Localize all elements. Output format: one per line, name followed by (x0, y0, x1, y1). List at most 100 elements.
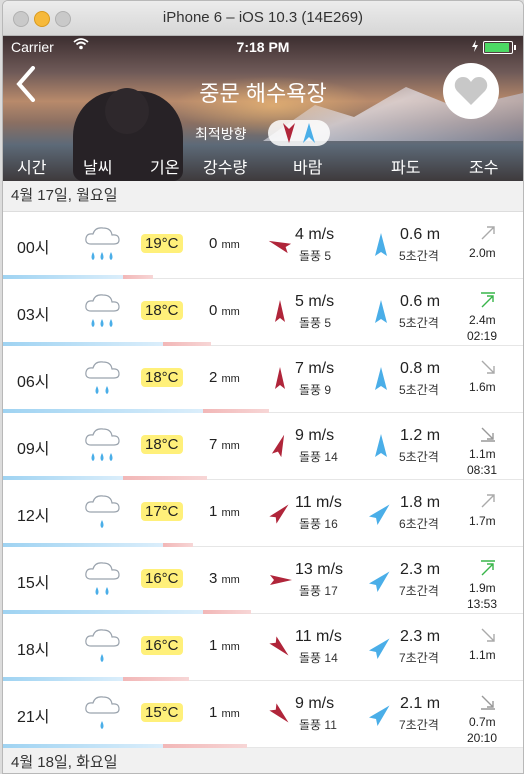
row-time: 18시 (17, 642, 50, 659)
wind-speed: 11 m/s (295, 628, 342, 645)
tide-level: 0.7m (469, 715, 496, 729)
row-gradient-bar (3, 744, 523, 748)
tide-level: 1.9m (469, 581, 496, 595)
tide-arrow-icon (479, 559, 497, 577)
rain-amount: 2 mm (209, 369, 240, 386)
temperature-badge: 18°C (141, 301, 183, 320)
forecast-row[interactable]: 03시 18°C 0 mm 5 m/s 돌풍 5 0.6 m 5초간격 2.4m 02:19 (3, 279, 523, 346)
tide-arrow-icon (479, 291, 497, 309)
weather-icon (83, 356, 123, 404)
forecast-row[interactable]: 06시 18°C 2 mm 7 m/s 돌풍 9 0.8 m 5초간격 1.6m (3, 346, 523, 413)
weather-icon (83, 490, 123, 538)
weather-icon (83, 557, 123, 605)
wind-gust: 돌풍 9 (299, 383, 332, 397)
window-title: iPhone 6 – iOS 10.3 (14E269) (162, 9, 364, 26)
forecast-row[interactable]: 12시 17°C 1 mm 11 m/s 돌풍 16 1.8 m 6초간격 1.7m (3, 480, 523, 547)
wind-direction-icon (265, 500, 295, 526)
wave-direction-icon (368, 567, 393, 593)
tide-time: 08:31 (467, 463, 498, 477)
wave-period: 5초간격 (399, 249, 439, 263)
date-header: 4월 17일, 월요일 (3, 181, 523, 212)
rain-amount: 3 mm (209, 570, 240, 587)
wave-height: 1.2 m (400, 427, 441, 444)
tide-arrow-icon (479, 492, 497, 510)
forecast-row[interactable]: 21시 15°C 1 mm 9 m/s 돌풍 11 2.1 m 7초간격 0.7m 20:10 (3, 681, 523, 748)
wave-direction-icon (368, 634, 393, 660)
tide-arrow-icon (479, 626, 497, 644)
date-header-next: 4월 18일, 화요일 (3, 748, 523, 773)
wind-gust: 돌풍 5 (299, 316, 332, 330)
heart-icon (454, 77, 488, 105)
temperature-badge: 18°C (141, 435, 183, 454)
tide-time: 20:10 (467, 731, 498, 745)
col-temperature: 기온 (150, 160, 180, 177)
wind-speed: 9 m/s (295, 695, 335, 712)
temperature-badge: 16°C (141, 569, 183, 588)
col-time: 시간 (17, 160, 47, 177)
tide-level: 2.4m (469, 313, 496, 327)
col-wind: 바람 (293, 160, 323, 177)
tide-level: 1.6m (469, 380, 496, 394)
wind-direction-icon (265, 366, 295, 392)
rain-amount: 0 mm (209, 302, 240, 319)
wind-direction-icon (265, 567, 295, 593)
wave-period: 5초간격 (399, 383, 439, 397)
tide-time: 13:53 (467, 597, 498, 611)
wind-gust: 돌풍 16 (299, 517, 338, 531)
weather-icon (83, 289, 123, 337)
optimal-direction-label: 최적방향 (195, 126, 247, 142)
weather-icon (83, 624, 123, 672)
favorite-button[interactable] (443, 63, 499, 119)
wave-direction-icon (369, 366, 393, 392)
simulator-window: iPhone 6 – iOS 10.3 (14E269) Carrier 7:1… (2, 0, 524, 774)
weather-icon (83, 222, 123, 270)
charging-icon (471, 40, 479, 55)
tide-arrow-icon (479, 693, 497, 711)
wave-period: 6초간격 (399, 517, 439, 531)
rain-amount: 7 mm (209, 436, 240, 453)
row-time: 00시 (17, 240, 50, 257)
rain-amount: 0 mm (209, 235, 240, 252)
wind-speed: 7 m/s (295, 360, 335, 377)
forecast-row[interactable]: 09시 18°C 7 mm 9 m/s 돌풍 14 1.2 m 5초간격 1.1m 08:31 (3, 413, 523, 480)
wind-speed: 9 m/s (295, 427, 335, 444)
wave-period: 5초간격 (399, 450, 439, 464)
wind-speed: 5 m/s (295, 293, 335, 310)
wave-height: 1.8 m (400, 494, 441, 511)
window-titlebar: iPhone 6 – iOS 10.3 (14E269) (3, 1, 523, 36)
forecast-list[interactable]: 00시 19°C 0 mm 4 m/s 돌풍 5 0.6 m 5초간격 2.0m 03시 18°C… (3, 212, 523, 748)
wave-direction-icon (368, 701, 393, 727)
wind-direction-icon (265, 634, 295, 660)
wind-gust: 돌풍 14 (299, 450, 338, 464)
temperature-badge: 18°C (141, 368, 183, 387)
forecast-row[interactable]: 00시 19°C 0 mm 4 m/s 돌풍 5 0.6 m 5초간격 2.0m (3, 212, 523, 279)
tide-level: 1.1m (469, 447, 496, 461)
wind-speed: 4 m/s (295, 226, 335, 243)
wind-direction-icon (265, 299, 295, 325)
wind-gust: 돌풍 14 (299, 651, 338, 665)
row-time: 06시 (17, 374, 50, 391)
optimal-direction-toggle[interactable] (268, 120, 330, 146)
status-bar: Carrier 7:18 PM (3, 36, 523, 58)
header-hero: Carrier 7:18 PM 중문 해수욕장 최적방향 시간 날씨 기온 강수… (3, 36, 523, 181)
wave-direction-icon (368, 500, 393, 526)
col-tide: 조수 (469, 160, 499, 177)
weather-icon (83, 423, 123, 471)
forecast-row[interactable]: 18시 16°C 1 mm 11 m/s 돌풍 14 2.3 m 7초간격 1.1m (3, 614, 523, 681)
wind-speed: 11 m/s (295, 494, 342, 511)
wind-gust: 돌풍 11 (299, 718, 337, 732)
rain-amount: 1 mm (209, 637, 240, 654)
wind-gust: 돌풍 5 (299, 249, 332, 263)
row-time: 15시 (17, 575, 50, 592)
rain-amount: 1 mm (209, 704, 240, 721)
row-time: 12시 (17, 508, 50, 525)
row-time: 09시 (17, 441, 50, 458)
forecast-row[interactable]: 15시 16°C 3 mm 13 m/s 돌풍 17 2.3 m 7초간격 1.9m 13:53 (3, 547, 523, 614)
wave-height: 0.8 m (400, 360, 441, 377)
wave-direction-icon (303, 123, 315, 143)
wind-direction-icon (283, 123, 295, 143)
wave-direction-icon (369, 433, 393, 459)
wave-period: 7초간격 (399, 718, 439, 732)
wave-period: 7초간격 (399, 584, 439, 598)
temperature-badge: 15°C (141, 703, 183, 722)
